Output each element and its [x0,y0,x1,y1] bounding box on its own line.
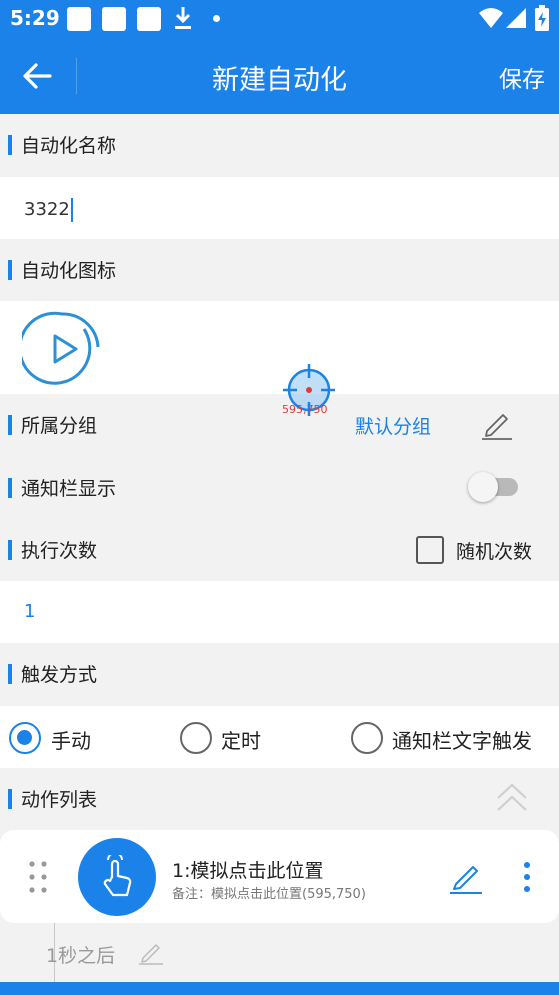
icon-row [0,301,559,394]
delay-label[interactable]: 1秒之后 [46,941,115,968]
notification-square-icon [67,7,91,31]
section-accent-bar [8,478,12,498]
app-bar: 新建自动化 保存 [0,38,559,114]
arrow-left-icon [23,63,52,89]
section-title: 所属分组 [21,415,98,437]
random-count-checkbox[interactable] [416,536,444,564]
pencil-icon[interactable] [478,406,516,442]
radio-scheduled[interactable] [180,722,212,754]
action-note: 备注：模拟点击此位置(595,750) [172,887,366,902]
trigger-options-row: 手动 定时 通知栏文字触发 [0,706,559,768]
download-icon [175,7,191,29]
section-accent-bar [8,415,12,435]
radio-label-manual[interactable]: 手动 [51,725,91,754]
radio-label-notification-text[interactable]: 通知栏文字触发 [392,725,532,754]
notification-square-icon [137,7,161,31]
section-accent-bar [8,135,12,155]
section-accent-bar [8,540,12,560]
section-title: 自动化名称 [21,135,117,157]
group-row: 所属分组 默认分组 [0,394,559,456]
section-header-name: 自动化名称 [0,114,559,176]
section-header-count: 执行次数 随机次数 [0,519,559,581]
dot-icon [213,15,220,22]
action-title: 1:模拟点击此位置 [172,860,324,882]
notification-row: 通知栏显示 [0,457,559,519]
double-chevron-up-icon[interactable] [494,780,530,816]
radio-manual[interactable] [9,722,41,754]
tap-hand-icon [103,855,132,897]
count-input-row[interactable]: 1 [0,581,559,643]
section-title: 触发方式 [21,664,98,686]
save-button[interactable]: 保存 [499,60,545,94]
action-type-badge [78,838,156,916]
status-time: 5:29 [10,6,60,30]
battery-icon [535,5,549,31]
target-coordinate-label: 595,750 [282,403,328,416]
section-title: 自动化图标 [21,260,117,282]
text-caret [70,198,73,222]
name-input-row[interactable]: 3322 [0,177,559,239]
drag-handle-icon[interactable] [28,860,48,894]
toggle-knob[interactable] [468,472,498,502]
automation-name-input[interactable]: 3322 [24,198,73,222]
section-title: 执行次数 [21,540,98,562]
page-title: 新建自动化 [212,65,347,96]
back-button[interactable] [14,54,62,98]
radio-notification-text[interactable] [351,722,383,754]
section-header-icon: 自动化图标 [0,239,559,301]
notification-square-icon [102,7,126,31]
section-accent-bar [8,789,12,809]
bottom-bar [0,982,559,995]
random-count-label[interactable]: 随机次数 [456,537,532,564]
section-accent-bar [8,260,12,280]
pencil-icon[interactable] [137,938,165,966]
play-circle-icon[interactable] [22,309,102,389]
radio-label-scheduled[interactable]: 定时 [221,725,261,754]
section-header-actions: 动作列表 [0,768,559,830]
section-header-trigger: 触发方式 [0,643,559,705]
group-value[interactable]: 默认分组 [355,412,431,439]
count-input[interactable]: 1 [24,601,35,622]
status-bar: 5:29 [0,0,559,38]
signal-icon [506,8,526,28]
section-title: 通知栏显示 [21,478,117,500]
section-title: 动作列表 [21,789,98,811]
app-bar-divider [76,58,77,94]
wifi-icon [479,8,503,28]
action-card[interactable]: 1:模拟点击此位置 备注：模拟点击此位置(595,750) [0,830,559,923]
more-vertical-icon[interactable] [520,860,534,894]
pencil-icon[interactable] [446,858,486,896]
section-accent-bar [8,664,12,684]
